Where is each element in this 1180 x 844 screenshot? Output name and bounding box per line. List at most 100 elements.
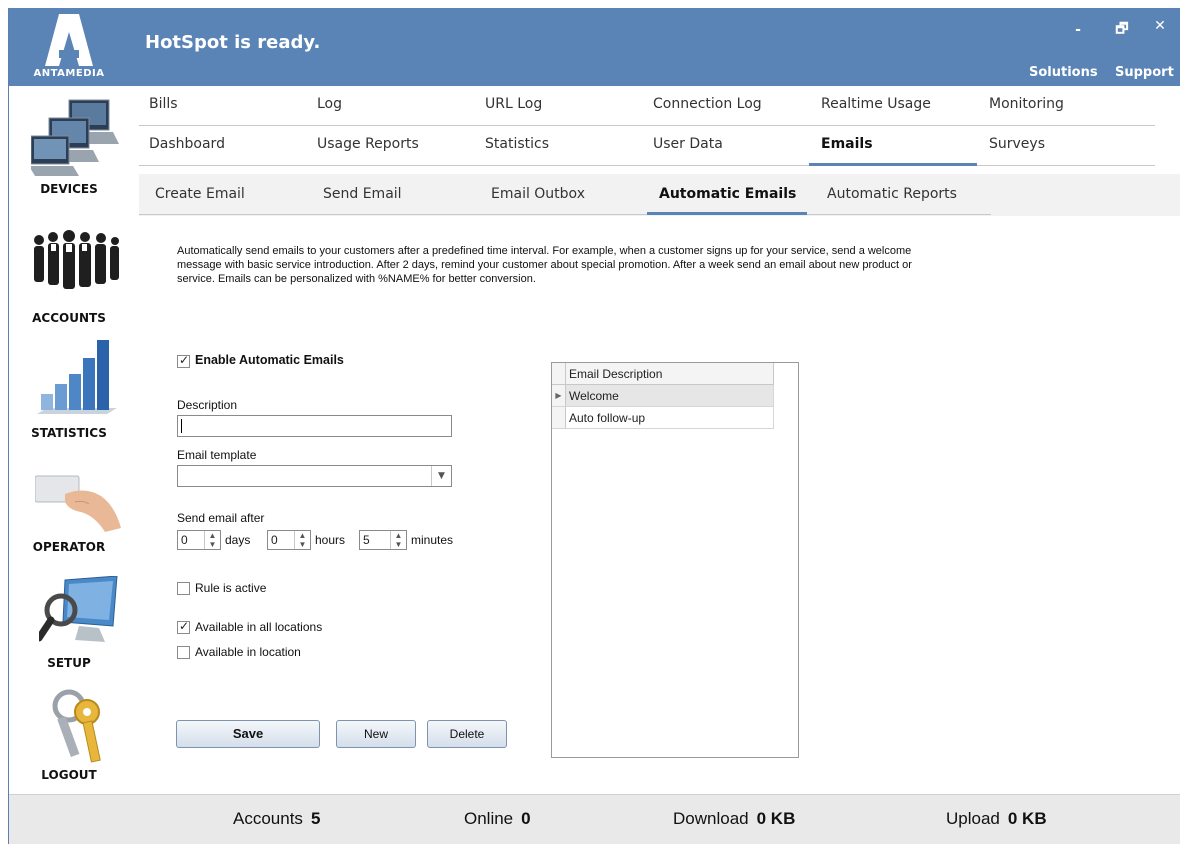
- feature-description: Automatically send emails to your custom…: [177, 244, 1077, 286]
- rule-active-checkbox[interactable]: [177, 582, 190, 595]
- enable-automatic-emails-label: Enable Automatic Emails: [195, 353, 344, 367]
- days-value: 0: [181, 533, 188, 547]
- all-locations-checkbox[interactable]: [177, 619, 190, 634]
- all-locations-label: Available in all locations: [195, 620, 323, 634]
- email-rules-grid: Email Description ▶ Welcome Auto follow-…: [551, 362, 799, 758]
- tab-url-log[interactable]: URL Log: [485, 96, 542, 112]
- days-stepper[interactable]: 0 ▲ ▼: [177, 530, 221, 550]
- tab-connection-log[interactable]: Connection Log: [653, 96, 762, 112]
- rule-active-label: Rule is active: [195, 581, 267, 595]
- logo-text: ANTAMEDIA: [33, 68, 105, 79]
- minutes-value: 5: [363, 533, 370, 547]
- grid-row[interactable]: Auto follow-up: [552, 407, 774, 429]
- people-icon: [34, 230, 119, 289]
- stepper-arrows-icon[interactable]: ▲ ▼: [294, 531, 310, 549]
- solutions-link[interactable]: Solutions: [1029, 65, 1098, 80]
- grid-header: Email Description: [552, 363, 774, 385]
- send-after-label: Send email after: [177, 511, 265, 525]
- bar-chart-icon: [37, 340, 117, 414]
- monitor-magnifier-icon: [39, 576, 118, 642]
- nav-devices[interactable]: DEVICES: [9, 86, 129, 198]
- delete-button[interactable]: Delete: [427, 720, 507, 748]
- accounts-count: 5: [310, 809, 321, 828]
- subtab-create-email[interactable]: Create Email: [155, 186, 245, 202]
- description-input[interactable]: [177, 415, 452, 437]
- nav-logout[interactable]: LOGOUT: [9, 666, 129, 782]
- save-button[interactable]: Save: [176, 720, 320, 748]
- nav-setup[interactable]: SETUP: [9, 550, 129, 670]
- hours-value: 0: [271, 533, 278, 547]
- new-button[interactable]: New: [336, 720, 416, 748]
- row-header: [552, 407, 566, 428]
- support-link[interactable]: Support: [1115, 65, 1174, 80]
- tab-row-reports: Bills Log URL Log Connection Log Realtim…: [139, 86, 1155, 126]
- subtab-automatic-emails[interactable]: Automatic Emails: [659, 186, 796, 202]
- upload-stat: Upload 0 KB: [946, 809, 1047, 829]
- download-stat: Download 0 KB: [673, 809, 795, 829]
- tab-dashboard[interactable]: Dashboard: [149, 136, 225, 152]
- app-window: ANTAMEDIA HotSpot is ready. - 🗗 ✕ Soluti…: [8, 8, 1180, 844]
- chevron-down-icon: ▼: [431, 466, 451, 486]
- grid-cell: Welcome: [569, 389, 619, 403]
- grid-row[interactable]: ▶ Welcome: [552, 385, 774, 407]
- hours-label: hours: [315, 533, 346, 547]
- tab-bills[interactable]: Bills: [149, 96, 178, 112]
- hours-stepper[interactable]: 0 ▲ ▼: [267, 530, 311, 550]
- online-stat: Online 0: [464, 809, 531, 829]
- description-line: Automatically send emails to your custom…: [177, 245, 912, 257]
- email-subtabs: Create Email Send Email Email Outbox Aut…: [139, 174, 1180, 216]
- online-count: 0: [521, 809, 531, 828]
- minutes-stepper[interactable]: 5 ▲ ▼: [359, 530, 407, 550]
- active-subtab-indicator: [647, 212, 807, 215]
- column-header-email-description[interactable]: Email Description: [569, 367, 662, 381]
- tab-monitoring[interactable]: Monitoring: [989, 96, 1064, 112]
- days-label: days: [225, 533, 251, 547]
- status-bar: Accounts 5 Online 0 Download 0 KB Upload 0 K…: [9, 794, 1180, 844]
- computers-icon: [31, 99, 119, 176]
- minutes-label: minutes: [411, 533, 454, 547]
- upload-label: Upload: [946, 809, 1000, 828]
- tab-surveys[interactable]: Surveys: [989, 136, 1045, 152]
- online-label: Online: [464, 809, 514, 828]
- close-button[interactable]: ✕: [1149, 18, 1171, 34]
- tab-usage-reports[interactable]: Usage Reports: [317, 136, 419, 152]
- enable-automatic-emails-checkbox[interactable]: [177, 353, 190, 368]
- subtab-send-email[interactable]: Send Email: [323, 186, 402, 202]
- in-location-checkbox[interactable]: [177, 646, 190, 659]
- nav-label: LOGOUT: [41, 768, 97, 782]
- stepper-arrows-icon[interactable]: ▲ ▼: [390, 531, 406, 549]
- subtab-automatic-reports[interactable]: Automatic Reports: [827, 186, 957, 202]
- email-template-select[interactable]: ▼: [177, 465, 452, 487]
- grid-cell: Auto follow-up: [569, 411, 646, 425]
- stepper-arrows-icon[interactable]: ▲ ▼: [204, 531, 220, 549]
- tab-statistics[interactable]: Statistics: [485, 136, 549, 152]
- app-status: HotSpot is ready.: [145, 32, 321, 53]
- active-tab-indicator: [809, 163, 977, 166]
- tab-realtime-usage[interactable]: Realtime Usage: [821, 96, 931, 112]
- nav-label: DEVICES: [40, 182, 98, 196]
- keys-icon: [52, 689, 101, 763]
- nav-accounts[interactable]: ACCOUNTS: [9, 202, 129, 325]
- download-value: 0 KB: [756, 809, 796, 828]
- subtab-email-outbox[interactable]: Email Outbox: [491, 186, 585, 202]
- restore-button[interactable]: 🗗: [1111, 18, 1133, 42]
- subtabs-divider: [139, 214, 991, 215]
- tab-emails[interactable]: Emails: [821, 136, 873, 152]
- minimize-button[interactable]: -: [1067, 22, 1089, 38]
- nav-statistics[interactable]: STATISTICS: [9, 318, 129, 440]
- tab-user-data[interactable]: User Data: [653, 136, 723, 152]
- description-line: message with basic service introduction.…: [177, 259, 912, 271]
- in-location-label: Available in location: [195, 645, 301, 659]
- row-pointer-icon: ▶: [552, 385, 566, 406]
- antamedia-logo: ANTAMEDIA: [9, 8, 129, 86]
- tab-log[interactable]: Log: [317, 96, 342, 112]
- logo-a-icon: [45, 14, 93, 66]
- description-label: Description: [177, 398, 238, 412]
- accounts-stat: Accounts 5: [233, 809, 320, 829]
- nav-operator[interactable]: OPERATOR: [9, 434, 129, 554]
- description-line: service. Emails can be personalized with…: [177, 273, 536, 285]
- title-bar: ANTAMEDIA HotSpot is ready. - 🗗 ✕ Soluti…: [9, 8, 1180, 86]
- tab-row-data: Dashboard Usage Reports Statistics User …: [139, 126, 1155, 166]
- row-header-corner: [552, 363, 566, 385]
- download-label: Download: [673, 809, 749, 828]
